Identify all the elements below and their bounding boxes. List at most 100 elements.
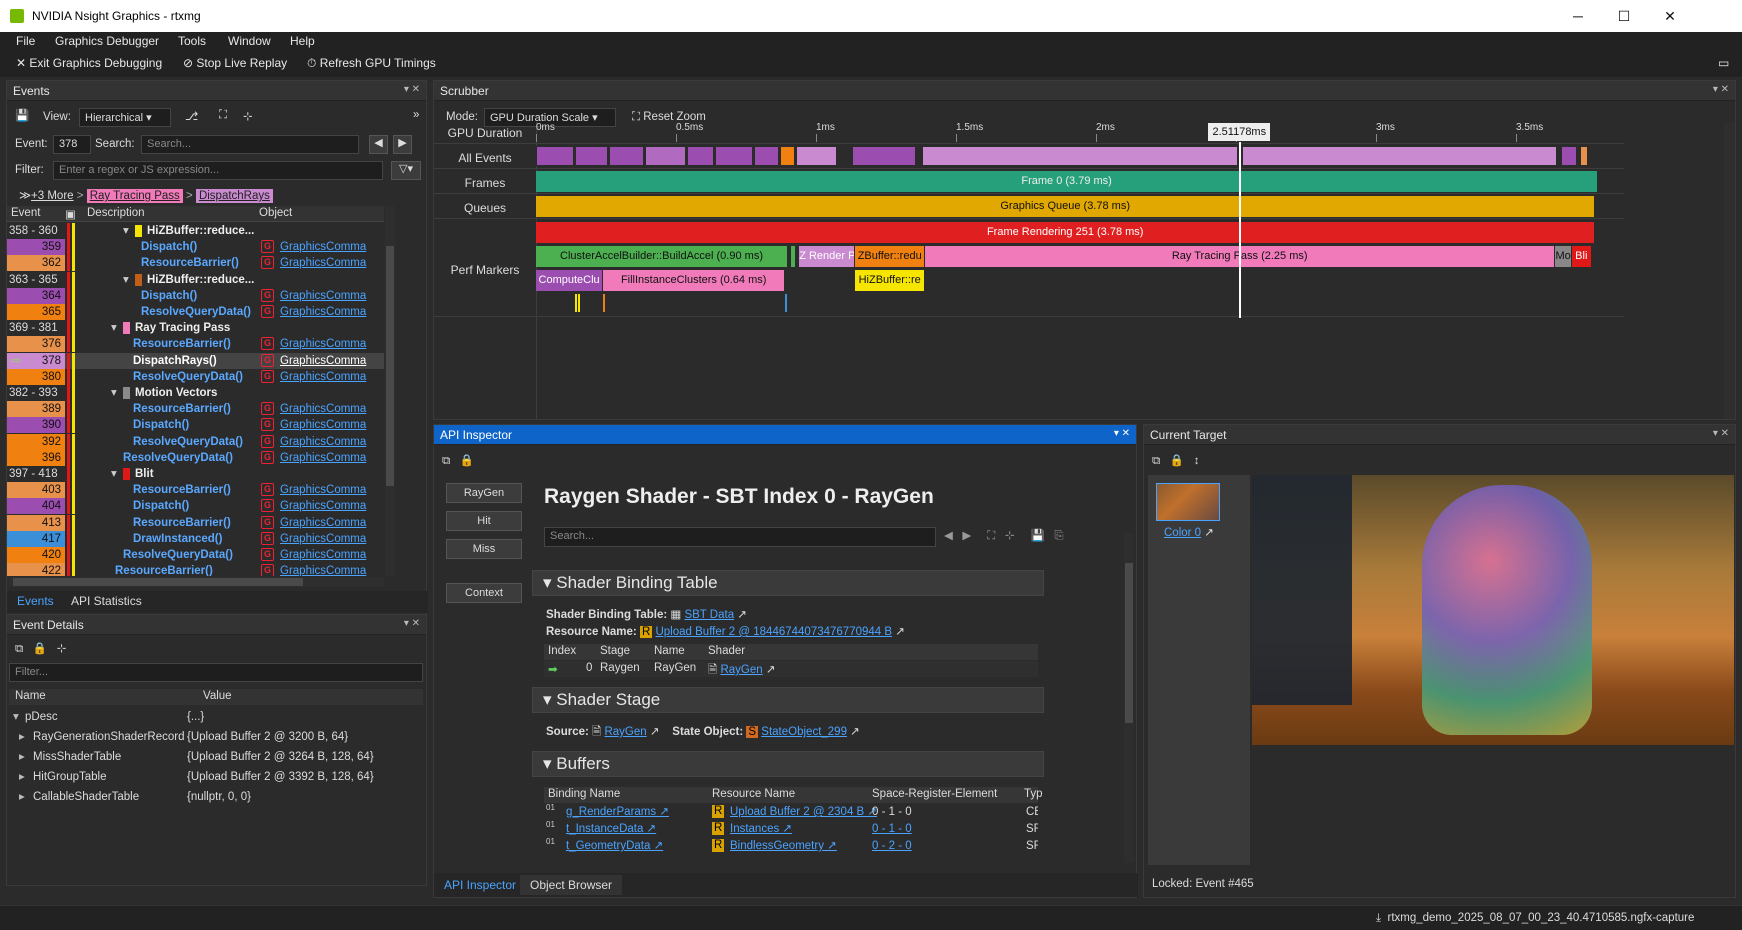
event-bar[interactable] bbox=[575, 146, 608, 166]
events-filter-input[interactable]: Enter a regex or JS expression... bbox=[53, 161, 383, 180]
binding-link[interactable]: g_RenderParams ↗ bbox=[566, 804, 669, 820]
frame-rendering-bar[interactable]: Frame Rendering 251 (3.78 ms) bbox=[536, 222, 1595, 243]
event-bar[interactable] bbox=[687, 146, 715, 166]
stop-replay-button[interactable]: ⊘ Stop Live Replay bbox=[183, 56, 287, 70]
event-bar[interactable] bbox=[779, 146, 796, 166]
event-input[interactable]: 378 bbox=[53, 135, 91, 154]
detail-row[interactable]: ▸ CallableShaderTable {nullptr, 0, 0} bbox=[9, 787, 423, 807]
table-row[interactable]: 413 ResourceBarrier() G GraphicsComma bbox=[7, 514, 384, 531]
table-row[interactable]: 376 ResourceBarrier() G GraphicsComma bbox=[7, 336, 384, 353]
breadcrumb-call[interactable]: DispatchRays bbox=[195, 189, 273, 203]
perf-marker-bar[interactable]: ClusterAccelBuilder::BuildAccel (0.90 ms… bbox=[536, 246, 787, 267]
perf-marker-bar[interactable]: Z Render P bbox=[799, 246, 855, 267]
breadcrumb-pass[interactable]: Ray Tracing Pass bbox=[86, 189, 183, 203]
detail-row[interactable]: ▸ RayGenerationShaderRecord {Upload Buffer… bbox=[9, 727, 423, 747]
table-row[interactable]: 359 Dispatch() G GraphicsComma bbox=[7, 239, 384, 256]
nav-miss[interactable]: Miss bbox=[446, 539, 522, 559]
event-bar[interactable] bbox=[608, 146, 645, 166]
perf-marker-bar[interactable]: Bli bbox=[1572, 246, 1591, 267]
detail-row[interactable]: ▸ HitGroupTable {Upload Buffer 2 @ 3392 B,… bbox=[9, 767, 423, 787]
resource-link[interactable]: Instances ↗ bbox=[730, 821, 792, 837]
table-row[interactable]: 420 ResolveQueryData() G GraphicsComma bbox=[7, 547, 384, 563]
resource-link[interactable]: Upload Buffer 2 @ 18446744073476770944 B bbox=[655, 626, 892, 638]
event-bar[interactable] bbox=[796, 146, 838, 166]
minimize-button[interactable]: ─ bbox=[1555, 4, 1601, 28]
shader-stage-header[interactable]: ▾ Shader Stage bbox=[532, 687, 1044, 713]
nav-hit[interactable]: Hit bbox=[446, 511, 522, 531]
copy-icon[interactable]: ⧉ 🔒 ⊹ bbox=[15, 641, 66, 656]
perf-marker-bar[interactable]: ComputeClu bbox=[536, 270, 603, 291]
table-row[interactable]: 396 ResolveQueryData() G GraphicsComma bbox=[7, 449, 384, 466]
chevron-down-icon[interactable]: ▾ bbox=[123, 272, 129, 288]
col-value[interactable]: Value bbox=[203, 690, 232, 702]
object-link[interactable]: GraphicsComma bbox=[280, 434, 366, 450]
event-bar[interactable] bbox=[852, 146, 916, 166]
table-row[interactable]: 380 ResolveQueryData() G GraphicsComma bbox=[7, 368, 384, 385]
binding-link[interactable]: t_GeometryData ↗ bbox=[566, 838, 663, 854]
panel-controls-icon[interactable]: ▾ ✕ bbox=[1114, 428, 1130, 439]
panel-controls-icon[interactable]: ▾ ✕ bbox=[404, 618, 420, 629]
menu-help[interactable]: Help bbox=[290, 34, 315, 48]
chevron-down-icon[interactable]: ▾ bbox=[111, 385, 117, 401]
chevron-right-icon[interactable]: ▸ bbox=[19, 767, 25, 787]
table-row[interactable]: 362 ResourceBarrier() G GraphicsComma bbox=[7, 255, 384, 272]
scrubber-scrollbar[interactable] bbox=[1724, 122, 1735, 419]
col-space[interactable]: Space-Register-Element bbox=[872, 788, 997, 800]
event-bar[interactable] bbox=[1580, 146, 1588, 166]
nav-context[interactable]: Context bbox=[446, 583, 522, 603]
chevron-right-icon[interactable]: » bbox=[413, 109, 419, 121]
timeline[interactable]: GPU Duration All Events Frames Queues Perf M… bbox=[434, 122, 1737, 419]
prev-result-button[interactable]: ◀ bbox=[369, 135, 388, 154]
chevron-right-icon[interactable]: ▸ bbox=[19, 747, 25, 767]
time-cursor[interactable] bbox=[1239, 142, 1242, 318]
event-group-row[interactable]: 397 - 418 ▾ Blit bbox=[7, 466, 384, 482]
buffers-header[interactable]: ▾ Buffers bbox=[532, 751, 1044, 777]
events-hscrollbar[interactable] bbox=[7, 577, 384, 587]
object-link[interactable]: GraphicsComma bbox=[280, 450, 366, 466]
perf-marker-bar[interactable]: Mo bbox=[1555, 246, 1571, 267]
object-link[interactable]: GraphicsComma bbox=[280, 417, 366, 433]
event-bar[interactable] bbox=[645, 146, 687, 166]
table-row[interactable]: 417 DrawInstanced() G GraphicsComma bbox=[7, 530, 384, 547]
tab-events[interactable]: Events bbox=[7, 591, 64, 611]
chevron-down-icon[interactable]: ▾ bbox=[123, 223, 129, 239]
col-resource[interactable]: Resource Name bbox=[712, 788, 795, 800]
chevron-right-icon[interactable]: ▸ bbox=[19, 727, 25, 747]
panel-controls-icon[interactable]: ▾ ✕ bbox=[404, 84, 420, 95]
object-link[interactable]: GraphicsComma bbox=[280, 515, 366, 531]
copy-icon[interactable]: ⧉ 🔒 bbox=[442, 453, 474, 468]
menu-tools[interactable]: Tools bbox=[178, 34, 206, 48]
source-link[interactable]: RayGen bbox=[604, 726, 646, 738]
table-row[interactable]: 422 ResourceBarrier() G GraphicsComma bbox=[7, 563, 384, 576]
frame-bar[interactable]: Frame 0 (3.79 ms) bbox=[536, 171, 1598, 192]
api-search-input[interactable]: Search... bbox=[544, 527, 936, 547]
col-description[interactable]: Description bbox=[87, 207, 145, 219]
object-link[interactable]: GraphicsComma bbox=[280, 255, 366, 271]
events-scrollbar[interactable] bbox=[385, 206, 395, 576]
table-row[interactable]: 392 ResolveQueryData() G GraphicsComma bbox=[7, 433, 384, 450]
render-target-image[interactable] bbox=[1252, 475, 1734, 745]
queue-bar[interactable]: Graphics Queue (3.78 ms) bbox=[536, 196, 1595, 217]
table-row[interactable]: 403 ResourceBarrier() G GraphicsComma bbox=[7, 482, 384, 499]
save-icon[interactable]: 💾 bbox=[15, 108, 29, 122]
space-register-element[interactable]: 0 - 2 - 0 bbox=[872, 838, 912, 854]
sbt-table-row[interactable]: ➡ 0 Raygen RayGen 🗎 RayGen ↗ bbox=[544, 661, 1038, 677]
table-row[interactable]: 404 Dispatch() G GraphicsComma bbox=[7, 498, 384, 515]
event-bar[interactable] bbox=[922, 146, 1238, 166]
expand-icon[interactable]: ⛶ bbox=[219, 109, 227, 122]
table-row[interactable]: 365 ResolveQueryData() G GraphicsComma bbox=[7, 304, 384, 320]
col-binding[interactable]: Binding Name bbox=[548, 788, 620, 800]
object-link[interactable]: GraphicsComma bbox=[280, 304, 366, 320]
detail-row[interactable]: ▾ pDesc {...} bbox=[9, 707, 423, 727]
chevron-down-icon[interactable]: ▾ bbox=[111, 466, 117, 482]
col-shader[interactable]: Shader bbox=[708, 645, 745, 657]
object-link[interactable]: GraphicsComma bbox=[280, 239, 366, 255]
next-result-button[interactable]: ▶ bbox=[393, 135, 412, 154]
object-link[interactable]: GraphicsComma bbox=[280, 369, 366, 385]
object-link[interactable]: GraphicsComma bbox=[280, 336, 366, 352]
close-button[interactable]: ✕ bbox=[1647, 4, 1693, 28]
object-link[interactable]: GraphicsComma bbox=[280, 401, 366, 417]
object-link[interactable]: GraphicsComma bbox=[280, 482, 366, 498]
object-link[interactable]: GraphicsComma bbox=[280, 353, 366, 369]
object-link[interactable]: GraphicsComma bbox=[280, 563, 366, 576]
